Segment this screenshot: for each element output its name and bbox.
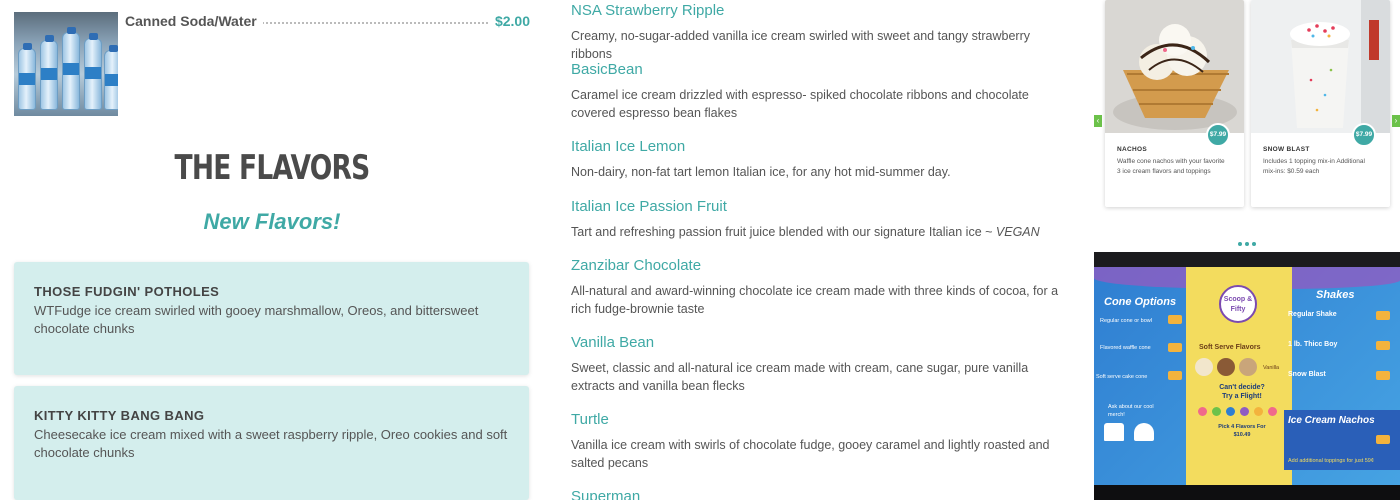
flavor-name: Italian Ice Passion Fruit xyxy=(571,198,727,215)
flavor-description: Sweet, classic and all-natural ice cream… xyxy=(571,361,1029,393)
shake-item: Snow Blast xyxy=(1288,371,1326,378)
flavor-description: Caramel ice cream drizzled with espresso… xyxy=(571,88,1029,120)
new-flavor-title: THOSE FUDGIN' POTHOLES xyxy=(34,284,220,299)
cone-option-item: Soft serve cake cone xyxy=(1096,374,1148,380)
flight-heading: Can't decide? Try a Flight! xyxy=(1219,384,1265,400)
promo-title: NACHOS xyxy=(1117,146,1147,153)
merch-text: Ask about our cool merch! xyxy=(1108,404,1154,418)
vegan-tag: VEGAN xyxy=(995,225,1040,239)
flavor-description-text: Tart and refreshing passion fruit juice … xyxy=(571,225,996,239)
new-flavor-description: WTFudge ice cream swirled with gooey mar… xyxy=(34,303,479,336)
flight-color-dot xyxy=(1226,407,1235,416)
flavor-name: Vanilla Bean xyxy=(571,334,655,351)
cone-option-item: Flavored waffle cone xyxy=(1100,345,1151,351)
flight-color-dot xyxy=(1212,407,1221,416)
soft-serve-swirl xyxy=(1195,358,1213,376)
carousel-pagination-dots[interactable] xyxy=(1238,242,1256,246)
flavor-description: All-natural and award-winning chocolate … xyxy=(571,284,1059,316)
promo-card-nachos[interactable]: $7.99 NACHOS Waffle cone nachos with you… xyxy=(1105,0,1244,207)
price-tag xyxy=(1376,341,1390,350)
price-tag xyxy=(1168,371,1182,380)
flavor-entry: BasicBean Caramel ice cream drizzled wit… xyxy=(571,60,1071,122)
bottle-shape xyxy=(40,35,58,110)
carousel-dot[interactable] xyxy=(1252,242,1256,246)
soft-serve-swirl xyxy=(1217,358,1235,376)
shake-item: 1 lb. Thicc Boy xyxy=(1288,341,1338,348)
nachos-footer: Add additional toppings for just 59¢ xyxy=(1288,458,1374,464)
flavor-description: Tart and refreshing passion fruit juice … xyxy=(571,223,1071,241)
cone-option-item: Regular cone or bowl xyxy=(1100,318,1152,324)
tv-bezel xyxy=(1094,485,1400,500)
menu-board-screen: Cone Options Regular cone or bowl Flavor… xyxy=(1094,267,1400,485)
menu-board-photo: Cone Options Regular cone or bowl Flavor… xyxy=(1094,252,1400,500)
flight-color-dot xyxy=(1240,407,1249,416)
flight-color-dot xyxy=(1268,407,1277,416)
promo-description: Waffle cone nachos with your favorite 3 … xyxy=(1117,158,1225,175)
flight-color-dot xyxy=(1198,407,1207,416)
price-tag xyxy=(1376,371,1390,380)
flavor-name: Zanzibar Chocolate xyxy=(571,257,702,274)
price-tag xyxy=(1168,315,1182,324)
carousel-dot[interactable] xyxy=(1245,242,1249,246)
flavor-description: Non-dairy, non-fat tart lemon Italian ic… xyxy=(571,165,951,179)
shake-item: Regular Shake xyxy=(1288,311,1337,318)
flavor-description: Vanilla ice cream with swirls of chocola… xyxy=(571,438,1050,470)
bottle-shape xyxy=(18,43,36,110)
flavor-entry: Turtle Vanilla ice cream with swirls of … xyxy=(571,410,1071,472)
flavor-entry: Italian Ice Lemon Non-dairy, non-fat tar… xyxy=(571,137,1071,181)
tshirt-icon xyxy=(1104,423,1124,441)
cap-icon xyxy=(1134,423,1154,441)
chevron-left-icon[interactable]: ‹ xyxy=(1094,115,1102,127)
chevron-right-icon[interactable]: › xyxy=(1392,115,1400,127)
bottle-shape xyxy=(104,45,118,110)
flight-detail: Pick 4 Flavors For $10.49 xyxy=(1218,424,1266,438)
flavor-name: Italian Ice Lemon xyxy=(571,138,686,155)
promo-price-badge: $7.99 xyxy=(1352,123,1376,147)
new-flavor-title: KITTY KITTY BANG BANG xyxy=(34,408,205,423)
flavor-entry: Vanilla Bean Sweet, classic and all-natu… xyxy=(571,333,1071,395)
promo-description: Includes 1 topping mix-in Additional mix… xyxy=(1263,158,1365,175)
flavor-entry: NSA Strawberry Ripple Creamy, no-sugar-a… xyxy=(571,1,1071,63)
snow-blast-photo xyxy=(1251,0,1390,133)
flavor-entry: Zanzibar Chocolate All-natural and award… xyxy=(571,256,1071,318)
flavor-name: Turtle xyxy=(571,411,609,428)
new-flavor-card: KITTY KITTY BANG BANG Cheesecake ice cre… xyxy=(14,386,529,500)
shakes-title: Shakes xyxy=(1316,289,1355,301)
scoop-fifty-logo: Scoop & Fifty xyxy=(1219,285,1257,323)
menu-item-name: Canned Soda/Water xyxy=(125,13,263,29)
menu-item-price: $2.00 xyxy=(494,13,530,29)
flavors-heading: THE FLAVORS xyxy=(174,148,371,188)
bottle-shape xyxy=(62,27,80,110)
price-tag xyxy=(1376,311,1390,320)
new-flavors-subheading: New Flavors! xyxy=(203,209,341,234)
nachos-title: Ice Cream Nachos xyxy=(1288,415,1375,426)
flavor-description: Creamy, no-sugar-added vanilla ice cream… xyxy=(571,29,1030,61)
flavor-name: BasicBean xyxy=(571,61,643,78)
flavor-entry: Italian Ice Passion Fruit Tart and refre… xyxy=(571,197,1071,241)
new-flavor-description: Cheesecake ice cream mixed with a sweet … xyxy=(34,427,508,460)
soft-serve-flavor-badge: Vanilla xyxy=(1263,365,1280,371)
carousel-dot[interactable] xyxy=(1238,242,1242,246)
new-flavor-card: THOSE FUDGIN' POTHOLES WTFudge ice cream… xyxy=(14,262,529,375)
flavor-name: Superman xyxy=(571,488,641,500)
price-tag xyxy=(1168,343,1182,352)
menu-item-canned-soda: Canned Soda/Water $2.00 xyxy=(14,12,530,116)
bottle-shape xyxy=(84,33,102,110)
promo-sidebar: ‹ $7.99 NACHOS Waffle cone nachos with y… xyxy=(1094,0,1400,500)
flavor-entry: Superman xyxy=(571,487,1071,500)
price-leader-dots xyxy=(250,22,488,24)
promo-card-snow-blast[interactable]: $7.99 SNOW BLAST Includes 1 topping mix-… xyxy=(1251,0,1390,207)
flight-color-dot xyxy=(1254,407,1263,416)
price-tag xyxy=(1376,435,1390,444)
soft-serve-title: Soft Serve Flavors xyxy=(1199,344,1261,351)
cone-options-title: Cone Options xyxy=(1104,296,1177,308)
promo-price-badge: $7.99 xyxy=(1206,123,1230,147)
soft-serve-swirl xyxy=(1239,358,1257,376)
flavor-name: NSA Strawberry Ripple xyxy=(571,2,725,19)
nachos-photo xyxy=(1105,0,1244,133)
water-bottles-image xyxy=(14,12,118,116)
promo-title: SNOW BLAST xyxy=(1263,146,1310,153)
